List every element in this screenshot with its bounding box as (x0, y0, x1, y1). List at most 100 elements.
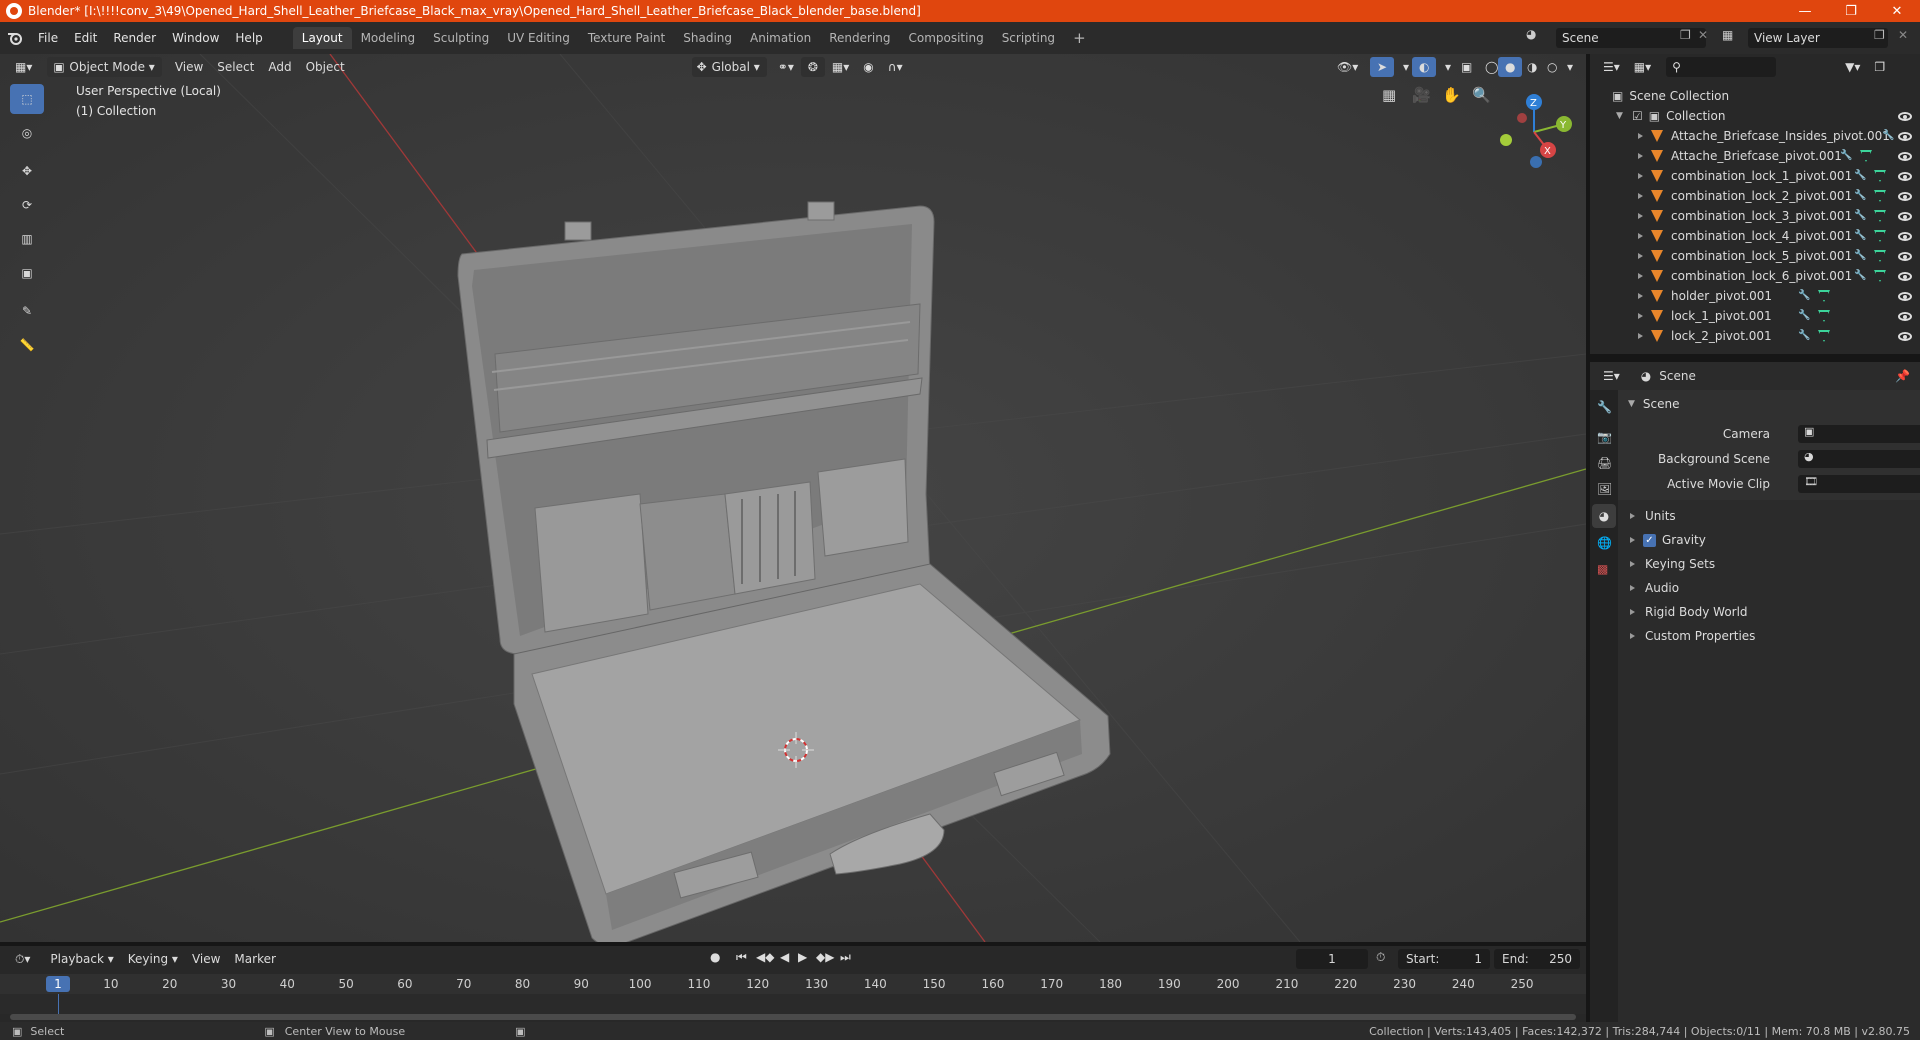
view-layer-browse-icon[interactable]: ▦ (1722, 28, 1733, 42)
viewport-canvas[interactable] (0, 54, 1586, 942)
mesh-data-icon[interactable] (1874, 210, 1886, 222)
transform-orientation-dropdown[interactable]: ✥ Global ▾ (691, 57, 767, 77)
cursor-tool[interactable]: ◎ (10, 118, 44, 148)
scene-browse-icon[interactable]: ◕ (1526, 27, 1546, 47)
tab-layout[interactable]: Layout (292, 27, 352, 49)
modifier-icon[interactable]: 🔧 (1854, 190, 1866, 202)
play-reverse-icon[interactable]: ◀ (780, 950, 789, 964)
timeline-menu-playback[interactable]: Playback ▾ (43, 949, 120, 969)
proportional-edit-icon[interactable]: ◉ (856, 57, 880, 77)
toggle-grid-view-icon[interactable]: ▦ (1382, 86, 1404, 108)
expand-object-icon[interactable] (1638, 293, 1643, 299)
render-properties-icon[interactable]: 📷 (1597, 430, 1612, 444)
active-movie-clip-field[interactable]: 🎞 (1798, 475, 1920, 493)
current-frame-marker[interactable]: 1 (46, 976, 70, 992)
viewport-menu-add[interactable]: Add (261, 57, 298, 77)
outliner-object-row[interactable]: lock_1_pivot.001 🔧 (1590, 306, 1920, 326)
expand-object-icon[interactable] (1638, 233, 1643, 239)
object-visibility-icon[interactable] (1898, 191, 1912, 201)
delete-scene-icon[interactable]: ✕ (1698, 28, 1708, 42)
maximize-icon[interactable]: ❐ (1828, 0, 1874, 22)
tab-compositing[interactable]: Compositing (899, 27, 992, 49)
outliner-object-row[interactable]: lock_2_pivot.001 🔧 (1590, 326, 1920, 346)
view-layer-properties-icon[interactable]: 🖼 (1597, 482, 1612, 496)
menu-render[interactable]: Render (105, 27, 164, 49)
tab-scripting[interactable]: Scripting (993, 27, 1064, 49)
shading-dropdown-icon[interactable]: ▾ (1560, 57, 1580, 77)
navigation-gizmo[interactable]: Z Y X (1492, 86, 1576, 176)
keying-sets-panel-header[interactable]: Keying Sets (1618, 552, 1920, 576)
expand-object-icon[interactable] (1638, 133, 1643, 139)
pivot-point-icon[interactable]: ⚭▾ (771, 57, 801, 77)
object-visibility-icon[interactable] (1898, 151, 1912, 161)
texture-properties-icon[interactable]: ▩ (1597, 562, 1608, 576)
select-box-tool[interactable]: ⬚ (10, 84, 44, 114)
object-visibility-icon[interactable] (1898, 231, 1912, 241)
modifier-icon[interactable]: 🔧 (1854, 270, 1866, 282)
gizmo-toggle-icon[interactable]: ➤ (1370, 57, 1395, 77)
measure-tool[interactable]: 📏 (10, 330, 44, 360)
rigid-body-world-panel-header[interactable]: Rigid Body World (1618, 600, 1920, 624)
gravity-panel-header[interactable]: ✓ Gravity (1618, 528, 1920, 552)
pan-view-icon[interactable]: ✋ (1442, 86, 1464, 108)
collection-checkbox-icon[interactable]: ☑ (1632, 109, 1643, 123)
modifier-icon[interactable]: 🔧 (1854, 210, 1866, 222)
outliner-object-row[interactable]: combination_lock_3_pivot.001 🔧 (1590, 206, 1920, 226)
object-visibility-icon[interactable] (1898, 331, 1912, 341)
expand-object-icon[interactable] (1638, 273, 1643, 279)
outliner-object-row[interactable]: combination_lock_1_pivot.001 🔧 (1590, 166, 1920, 186)
timeline-menu-marker[interactable]: Marker (227, 949, 282, 969)
viewport-menu-view[interactable]: View (168, 57, 210, 77)
object-visibility-icon[interactable] (1898, 251, 1912, 261)
modifier-icon[interactable]: 🔧 (1840, 150, 1852, 162)
snap-target-icon[interactable]: ▦▾ (825, 57, 856, 77)
outliner-collection[interactable]: ▼ ☑ ▣ Collection (1590, 106, 1920, 126)
outliner-object-row[interactable]: Attache_Briefcase_Insides_pivot.001 🔧 (1590, 126, 1920, 146)
mesh-data-icon[interactable] (1860, 150, 1872, 162)
tab-shading[interactable]: Shading (674, 27, 741, 49)
modifier-icon[interactable]: 🔧 (1798, 330, 1810, 342)
outliner-object-row[interactable]: combination_lock_4_pivot.001 🔧 (1590, 226, 1920, 246)
expand-object-icon[interactable] (1638, 213, 1643, 219)
minimize-icon[interactable]: — (1782, 0, 1828, 22)
jump-end-icon[interactable]: ⏭ (840, 950, 851, 965)
scene-properties-tab-icon[interactable]: ◕ (1592, 504, 1616, 528)
new-scene-icon[interactable]: ❐ (1680, 28, 1691, 42)
timeline-menu-view[interactable]: View (185, 949, 227, 969)
filter-icon[interactable]: ▼▾ (1838, 57, 1867, 77)
expand-collection-icon[interactable]: ▼ (1616, 111, 1626, 121)
view-layer-field[interactable]: View Layer (1748, 28, 1888, 48)
expand-object-icon[interactable] (1638, 153, 1643, 159)
tab-rendering[interactable]: Rendering (820, 27, 899, 49)
prev-keyframe-icon[interactable]: ◀◆ (756, 950, 774, 964)
tab-uv-editing[interactable]: UV Editing (498, 27, 579, 49)
audio-panel-header[interactable]: Audio (1618, 576, 1920, 600)
play-icon[interactable]: ▶ (798, 950, 807, 964)
tab-modeling[interactable]: Modeling (352, 27, 425, 49)
object-visibility-icon[interactable] (1898, 311, 1912, 321)
mesh-data-icon[interactable] (1818, 310, 1830, 322)
tab-animation[interactable]: Animation (741, 27, 820, 49)
display-mode-icon[interactable]: ▦▾ (1627, 57, 1658, 77)
mesh-data-icon[interactable] (1818, 330, 1830, 342)
outliner-object-row[interactable]: Attache_Briefcase_pivot.001 🔧 (1590, 146, 1920, 166)
mesh-data-icon[interactable] (1874, 250, 1886, 262)
snap-toggle-icon[interactable]: ❂ (800, 57, 825, 77)
camera-view-icon[interactable]: 🎥 (1412, 86, 1434, 108)
outliner-object-row[interactable]: holder_pivot.001 🔧 (1590, 286, 1920, 306)
menu-edit[interactable]: Edit (66, 27, 105, 49)
move-tool[interactable]: ✥ (10, 156, 44, 186)
tab-sculpting[interactable]: Sculpting (424, 27, 498, 49)
timeline-editor-type-icon[interactable]: ⏱▾ (8, 949, 37, 969)
tab-texture-paint[interactable]: Texture Paint (579, 27, 674, 49)
collection-visibility-icon[interactable] (1898, 111, 1912, 121)
outliner-object-row[interactable]: combination_lock_5_pivot.001 🔧 (1590, 246, 1920, 266)
gravity-checkbox[interactable]: ✓ (1643, 533, 1656, 547)
scene-panel-header[interactable]: ▼ Scene (1618, 392, 1920, 416)
outliner-editor-type-icon[interactable]: ☰▾ (1596, 57, 1627, 77)
menu-window[interactable]: Window (164, 27, 227, 49)
keyframe-area[interactable] (0, 994, 1586, 1014)
mode-dropdown[interactable]: ▣ Object Mode ▾ (47, 57, 162, 77)
editor-type-icon[interactable]: ▦▾ (8, 57, 39, 77)
units-panel-header[interactable]: Units (1618, 504, 1920, 528)
